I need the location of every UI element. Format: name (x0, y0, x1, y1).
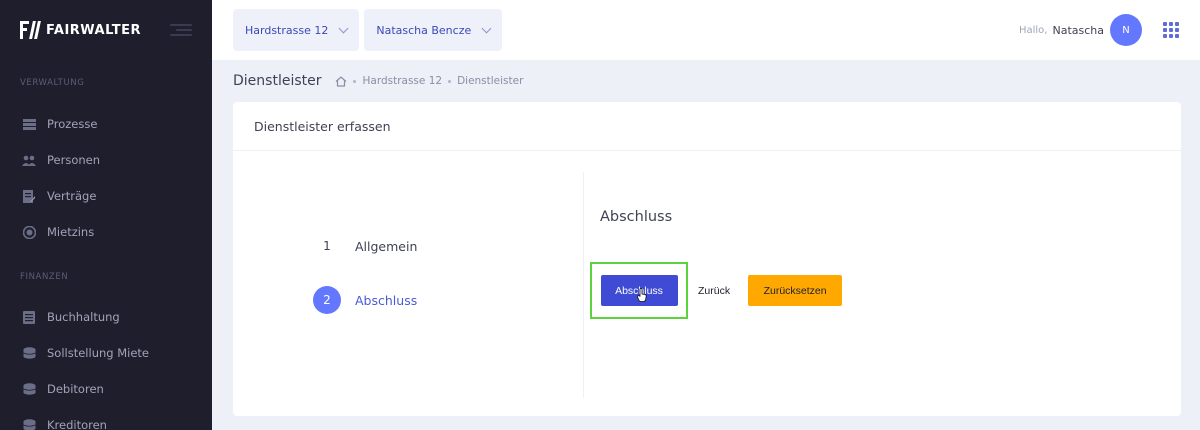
coins-stack-icon (22, 346, 36, 360)
sidebar-item-mietzins[interactable]: Mietzins (0, 214, 212, 250)
step-number: 1 (323, 239, 331, 253)
click-highlight: Abschluss (590, 262, 688, 319)
sidebar-item-buchhaltung[interactable]: Buchhaltung (0, 299, 212, 335)
coins-stack-icon (22, 382, 36, 396)
sidebar-section-finanzen: FINANZEN (20, 272, 69, 282)
sidebar-toggle-icon[interactable] (170, 22, 192, 38)
user-area: Hallo, Natascha N (1019, 14, 1179, 46)
reset-button[interactable]: Zurücksetzen (748, 275, 843, 306)
page-title: Dienstleister (233, 73, 322, 89)
chevron-down-icon (338, 23, 349, 33)
sidebar-item-personen[interactable]: Personen (0, 142, 212, 178)
home-icon[interactable] (335, 75, 347, 87)
greeting-text: Hallo, (1018, 24, 1048, 36)
coin-icon (22, 225, 36, 239)
breadcrumb-separator (353, 79, 357, 83)
step-number: 2 (313, 286, 341, 314)
sidebar-item-kreditoren[interactable]: Kreditoren (0, 407, 212, 430)
step-label: Allgemein (355, 238, 418, 254)
brand-bar: FAIRWALTER (0, 0, 212, 60)
wizard-card: Dienstleister erfassen 1 Allgemein 2 Abs… (233, 102, 1181, 416)
step-allgemein[interactable]: 1 Allgemein (313, 232, 417, 260)
sidebar-item-label: Prozesse (47, 117, 98, 131)
property-select-value: Hardstrasse 12 (245, 23, 329, 37)
sidebar-item-debitoren[interactable]: Debitoren (0, 371, 212, 407)
submit-button[interactable]: Abschluss (600, 275, 678, 306)
step-abschluss[interactable]: 2 Abschluss (313, 286, 417, 314)
logo-mark-icon (20, 21, 41, 39)
people-icon (22, 153, 36, 167)
sidebar-item-label: Debitoren (47, 382, 104, 396)
hand-cursor-icon (636, 288, 647, 302)
apps-grid-icon[interactable] (1163, 22, 1179, 38)
sidebar-item-vertraege[interactable]: Verträge (0, 178, 212, 214)
section-heading: Abschluss (600, 209, 673, 225)
breadcrumb-separator (448, 79, 452, 83)
card-title: Dienstleister erfassen (233, 102, 1181, 151)
sidebar-item-label: Buchhaltung (47, 310, 120, 324)
sidebar-item-label: Verträge (47, 189, 97, 203)
step-label: Abschluss (355, 292, 418, 308)
sidebar-item-label: Personen (47, 153, 101, 167)
action-buttons: Abschluss Zurück Zurücksetzen (590, 262, 843, 319)
sidebar-item-prozesse[interactable]: Prozesse (0, 106, 212, 142)
person-select-value: Natascha Bencze (376, 23, 472, 37)
wizard-steps: 1 Allgemein 2 Abschluss (233, 152, 583, 416)
sidebar-item-sollstellung-miete[interactable]: Sollstellung Miete (0, 335, 212, 371)
back-button[interactable]: Zurück (692, 285, 736, 297)
breadcrumb: Hardstrasse 12 Dienstleister (335, 75, 523, 87)
top-header: Hardstrasse 12 Natascha Bencze Hallo, Na… (212, 0, 1200, 60)
ledger-icon (22, 310, 36, 324)
sidebar-item-label: Mietzins (47, 225, 95, 239)
user-name[interactable]: Natascha (1052, 24, 1104, 37)
brand-name: FAIRWALTER (46, 22, 142, 38)
sidebar: FAIRWALTER VERWALTUNG Prozesse Personen … (0, 0, 212, 430)
property-select[interactable]: Hardstrasse 12 (233, 9, 360, 51)
logo[interactable]: FAIRWALTER (20, 21, 141, 39)
avatar[interactable]: N (1110, 14, 1142, 46)
person-select[interactable]: Natascha Bencze (364, 9, 503, 51)
sidebar-item-label: Sollstellung Miete (47, 346, 150, 360)
subheader: Dienstleister Hardstrasse 12 Dienstleist… (212, 60, 1200, 102)
coins-stack-icon (22, 418, 36, 430)
steps-divider (583, 172, 584, 398)
list-icon (22, 117, 36, 131)
sidebar-section-verwaltung: VERWALTUNG (20, 78, 85, 88)
contract-icon (22, 189, 36, 203)
chevron-down-icon (481, 23, 492, 33)
breadcrumb-item[interactable]: Dienstleister (457, 75, 523, 87)
breadcrumb-item[interactable]: Hardstrasse 12 (362, 75, 442, 87)
sidebar-item-label: Kreditoren (47, 418, 107, 430)
